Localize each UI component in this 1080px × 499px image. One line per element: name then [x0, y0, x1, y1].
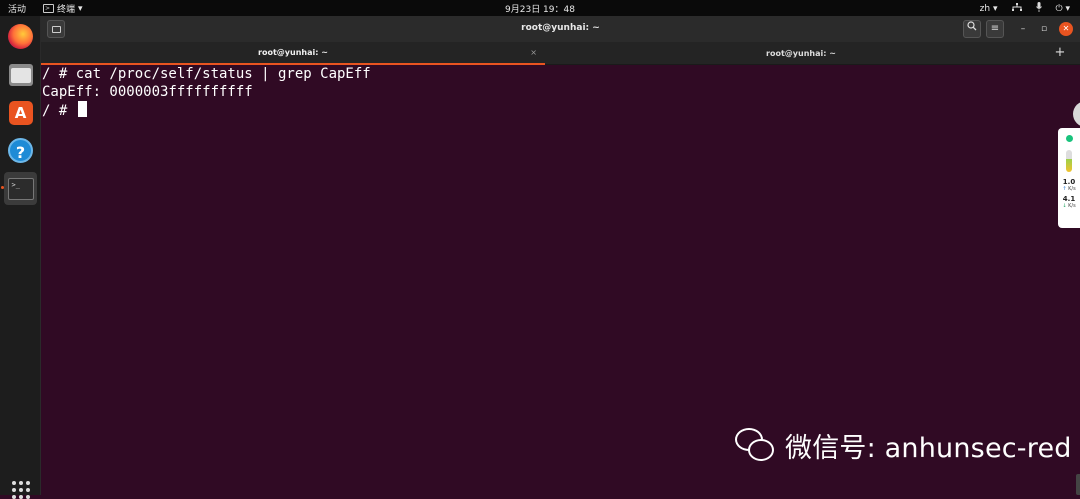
show-apps-icon[interactable] [12, 481, 30, 499]
input-method-indicator[interactable]: zh ▾ [980, 4, 998, 14]
tab-close-icon[interactable]: × [530, 48, 537, 57]
terminal-launcher[interactable]: >_ [4, 172, 37, 205]
tab-1[interactable]: root@yunhai: ~ × [41, 42, 545, 65]
status-dot-icon [1065, 135, 1073, 142]
firefox-launcher[interactable] [4, 20, 37, 53]
watermark-text: 微信号: anhunsec-red [785, 433, 1072, 464]
clock[interactable]: 9月23日 19：48 [0, 2, 1080, 15]
minimize-button[interactable]: – [1016, 22, 1030, 36]
menu-button[interactable]: ≡ [986, 20, 1004, 38]
usage-bar [1066, 150, 1072, 172]
network-speed-widget[interactable]: 1.0 ↑ K/s 4.1 ↓ K/s [1058, 128, 1080, 228]
software-store-icon: A [8, 100, 33, 125]
window-title: root@yunhai: ~ [521, 23, 600, 33]
edge-handle[interactable] [1076, 474, 1080, 495]
download-unit: ↓ K/s [1062, 203, 1076, 209]
terminal-headerbar: root@yunhai: ~ ≡ – ▫ ✕ [41, 16, 1080, 42]
top-panel: 活动 > 终端 ▾ 9月23日 19：48 zh ▾ ⏻ ▾ [0, 0, 1080, 16]
hamburger-icon: ≡ [990, 23, 1000, 34]
terminal-icon: >_ [7, 177, 34, 200]
maximize-button[interactable]: ▫ [1037, 22, 1051, 36]
terminal-line: CapEff: 0000003ffffffffff [42, 83, 253, 100]
network-icon[interactable] [1011, 2, 1022, 15]
tab-2[interactable]: root@yunhai: ~ [545, 42, 1057, 65]
upload-speed: 1.0 [1062, 178, 1076, 186]
text-cursor [77, 101, 87, 117]
terminal-line: / # cat /proc/self/status | grep CapEff [42, 66, 371, 82]
firefox-icon [8, 24, 33, 49]
tab-bar: root@yunhai: ~ × root@yunhai: ~ + [41, 42, 1080, 65]
terminal-prompt-line[interactable]: / # [42, 101, 1080, 119]
watermark: 微信号: anhunsec-red [735, 426, 1072, 465]
search-icon [967, 21, 977, 31]
software-store-launcher[interactable]: A [4, 96, 37, 129]
download-speed: 4.1 [1062, 195, 1076, 203]
files-launcher[interactable] [4, 58, 37, 91]
system-tray[interactable]: zh ▾ ⏻ ▾ [980, 2, 1070, 15]
power-icon[interactable]: ⏻ ▾ [1056, 4, 1071, 14]
close-button[interactable]: ✕ [1059, 22, 1073, 36]
search-button[interactable] [963, 20, 981, 38]
upload-unit: ↑ K/s [1062, 186, 1076, 192]
help-launcher[interactable]: ? [4, 134, 37, 167]
tab-label: root@yunhai: ~ [258, 48, 328, 57]
add-tab-button[interactable]: + [1052, 45, 1068, 61]
microphone-icon[interactable] [1035, 2, 1042, 15]
tab-label: root@yunhai: ~ [766, 49, 836, 58]
dock: A ? >_ [0, 16, 41, 499]
files-icon [8, 63, 33, 86]
wechat-logo-icon [735, 427, 777, 464]
prompt: / # [42, 103, 76, 119]
help-icon: ? [8, 138, 33, 163]
